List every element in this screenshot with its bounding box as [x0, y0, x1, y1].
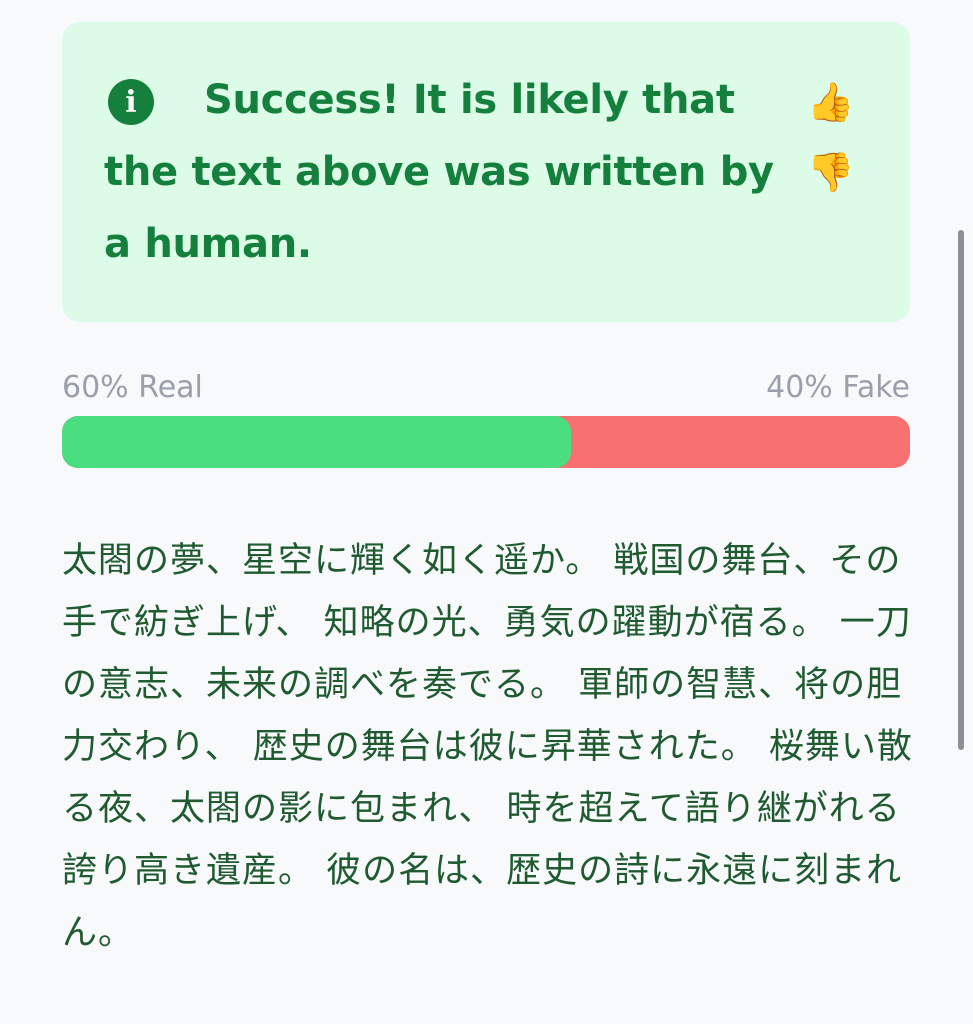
real-percentage-label: 60% Real — [62, 370, 203, 405]
thumbs-up-glyph: 👍 — [807, 79, 855, 124]
thumbs-up-icon[interactable]: 👍 — [806, 77, 856, 127]
scrollbar-thumb[interactable] — [958, 230, 964, 750]
thumbs-down-icon[interactable]: 👎 — [806, 147, 856, 197]
real-fake-progress-bar — [62, 416, 910, 468]
thumbs-down-glyph: 👎 — [807, 149, 855, 194]
fake-percentage-label: 40% Fake — [766, 370, 910, 405]
detector-result-page: i Success! It is likely that the text ab… — [0, 0, 973, 1024]
analyzed-text: 太閤の夢、星空に輝く如く遥か。 戦国の舞台、その手で紡ぎ上げ、 知略の光、勇気の… — [62, 541, 913, 953]
result-labels: 60% Real 40% Fake — [62, 370, 910, 410]
alert-message: Success! It is likely that the text abov… — [104, 77, 774, 267]
success-alert: i Success! It is likely that the text ab… — [62, 22, 910, 322]
real-progress-fill — [62, 416, 571, 468]
